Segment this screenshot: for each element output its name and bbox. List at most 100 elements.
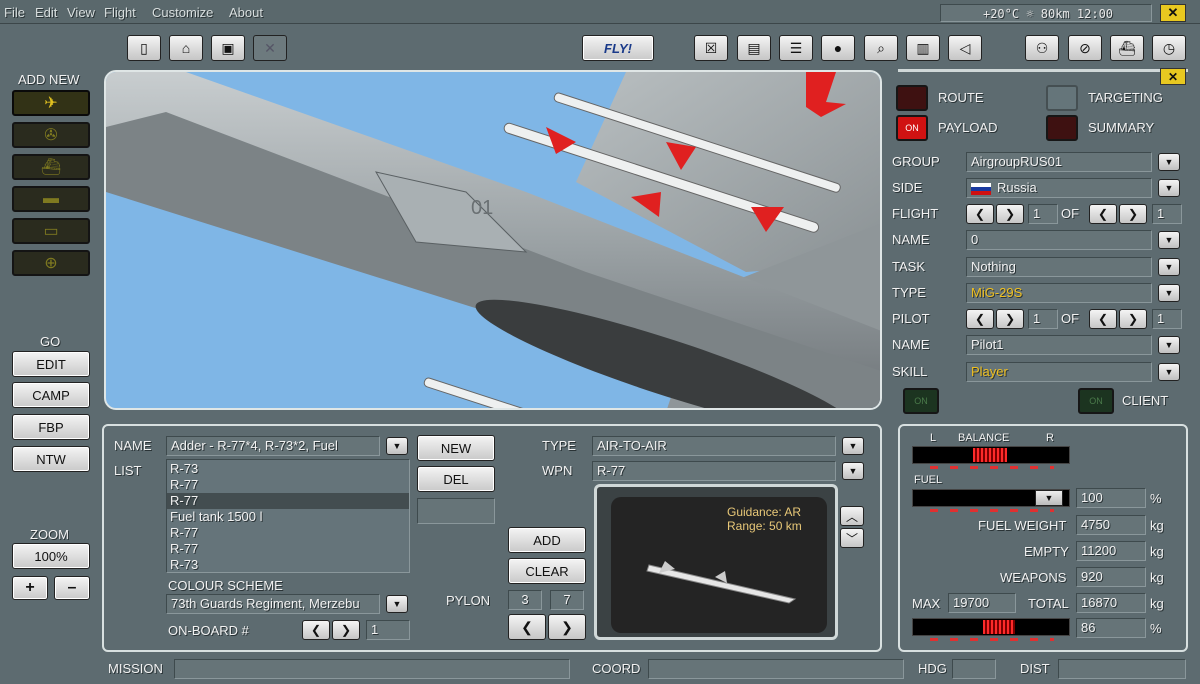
next-arrow-icon[interactable]: ❯ xyxy=(1119,204,1147,224)
menu-customize[interactable]: Customize xyxy=(152,5,213,20)
prev-arrow-icon[interactable]: ❮ xyxy=(966,309,994,329)
encyclopedia-icon[interactable]: ▥ xyxy=(906,35,940,61)
zoom-out-button[interactable]: – xyxy=(54,576,90,600)
add-plane-icon[interactable]: ✈ xyxy=(12,90,90,116)
side-field[interactable]: Russia xyxy=(966,178,1152,198)
targeting-toggle[interactable] xyxy=(1046,85,1078,111)
name-dropdown-icon[interactable]: ▼ xyxy=(1158,231,1180,249)
list-item[interactable]: R-73 xyxy=(167,557,409,572)
wpn-field[interactable]: R-77 xyxy=(592,461,836,481)
loadout-dropdown-icon[interactable]: ▼ xyxy=(386,437,408,455)
colour-scheme-field[interactable]: 73th Guards Regiment, Merzebu xyxy=(166,594,380,614)
pylon-stepper[interactable]: ❮ ❯ xyxy=(508,614,586,640)
fuel-slider-handle[interactable]: ▼ xyxy=(1035,490,1063,506)
task-dropdown-icon[interactable]: ▼ xyxy=(1158,258,1180,276)
skill-dropdown-icon[interactable]: ▼ xyxy=(1158,363,1180,381)
prev-arrow-icon[interactable]: ❮ xyxy=(966,204,994,224)
type-field[interactable]: MiG-29S xyxy=(966,283,1152,303)
pilot-total[interactable]: 1 xyxy=(1152,309,1182,329)
summary-toggle[interactable] xyxy=(1046,115,1078,141)
list-item[interactable]: R-73 xyxy=(167,461,409,477)
binoculars-icon[interactable]: ⚇ xyxy=(1025,35,1059,61)
menu-file[interactable]: File xyxy=(4,5,25,20)
pilot-name-field[interactable]: Pilot1 xyxy=(966,335,1152,355)
add-button[interactable]: ADD xyxy=(508,527,586,553)
ntw-button[interactable]: NTW xyxy=(12,446,90,472)
prev-arrow-icon[interactable]: ❮ xyxy=(1089,309,1117,329)
scroll-up-icon[interactable]: ︿ xyxy=(840,506,864,526)
list-item-selected[interactable]: R-77 xyxy=(167,493,409,509)
skill-field[interactable]: Player xyxy=(966,362,1152,382)
zoom-value[interactable]: 100% xyxy=(12,543,90,569)
payload-toggle[interactable]: ON xyxy=(896,115,928,141)
camp-button[interactable]: CAMP xyxy=(12,382,90,408)
next-arrow-icon[interactable]: ❯ xyxy=(996,204,1024,224)
route-toggle[interactable] xyxy=(896,85,928,111)
onboard-number[interactable]: 1 xyxy=(366,620,410,640)
magnifier-icon[interactable]: ⌕ xyxy=(864,35,898,61)
save-icon[interactable]: ▣ xyxy=(211,35,245,61)
menu-view[interactable]: View xyxy=(67,5,95,20)
edit-button[interactable]: EDIT xyxy=(12,351,90,377)
document-icon[interactable]: ▤ xyxy=(737,35,771,61)
next-arrow-icon[interactable]: ❯ xyxy=(332,620,360,640)
name-field[interactable]: 0 xyxy=(966,230,1152,250)
open-folder-icon[interactable]: ⌂ xyxy=(169,35,203,61)
menu-edit[interactable]: Edit xyxy=(35,5,57,20)
clear-button[interactable]: CLEAR xyxy=(508,558,586,584)
group-field[interactable]: AirgroupRUS01 xyxy=(966,152,1152,172)
prev-arrow-icon[interactable]: ❮ xyxy=(302,620,330,640)
weapons-list[interactable]: R-73 R-77 R-77 Fuel tank 1500 l R-77 R-7… xyxy=(166,459,410,573)
fuel-slider[interactable]: ▼ xyxy=(912,489,1070,507)
flight-total-stepper[interactable]: ❮ ❯ xyxy=(1089,204,1147,224)
task-field[interactable]: Nothing xyxy=(966,257,1152,277)
forbidden-icon[interactable]: ⊘ xyxy=(1068,35,1102,61)
del-button[interactable]: DEL xyxy=(417,466,495,492)
new-file-icon[interactable]: ▯ xyxy=(127,35,161,61)
add-tank-icon[interactable]: ▬ xyxy=(12,186,90,212)
fbp-button[interactable]: FBP xyxy=(12,414,90,440)
close-icon[interactable]: ✕ xyxy=(1160,4,1186,22)
pilot-total-stepper[interactable]: ❮ ❯ xyxy=(1089,309,1147,329)
panel-close-icon[interactable]: ✕ xyxy=(1160,68,1186,85)
pilot-stepper[interactable]: ❮ ❯ xyxy=(966,309,1024,329)
type-dropdown-icon[interactable]: ▼ xyxy=(1158,284,1180,302)
zoom-in-button[interactable]: + xyxy=(12,576,48,600)
prev-arrow-icon[interactable]: ❮ xyxy=(1089,204,1117,224)
onboard-stepper[interactable]: ❮ ❯ xyxy=(302,620,360,640)
pilot-number[interactable]: 1 xyxy=(1028,309,1058,329)
new-button[interactable]: NEW xyxy=(417,435,495,461)
menu-flight[interactable]: Flight xyxy=(104,5,136,20)
weapon-type-field[interactable]: AIR-TO-AIR xyxy=(592,436,836,456)
list-icon[interactable]: ☰ xyxy=(779,35,813,61)
next-arrow-icon[interactable]: ❯ xyxy=(996,309,1024,329)
wpn-dropdown-icon[interactable]: ▼ xyxy=(842,462,864,480)
player-toggle[interactable]: ON xyxy=(903,388,939,414)
add-target-icon[interactable]: ⊕ xyxy=(12,250,90,276)
next-arrow-icon[interactable]: ❯ xyxy=(1119,309,1147,329)
flight-total[interactable]: 1 xyxy=(1152,204,1182,224)
list-item[interactable]: R-77 xyxy=(167,477,409,493)
scroll-down-icon[interactable]: ﹀ xyxy=(840,528,864,548)
aircraft-preview[interactable]: 01 xyxy=(104,70,882,410)
sound-icon[interactable]: ◁ xyxy=(948,35,982,61)
list-item[interactable]: Fuel tank 1500 l xyxy=(167,509,409,525)
fuel-percent-field[interactable]: 100 xyxy=(1076,488,1146,508)
add-ship-icon[interactable]: ⛴ xyxy=(12,154,90,180)
menu-about[interactable]: About xyxy=(229,5,263,20)
pilot-name-dropdown-icon[interactable]: ▼ xyxy=(1158,336,1180,354)
weapon-type-dropdown-icon[interactable]: ▼ xyxy=(842,437,864,455)
fly-button[interactable]: FLY! xyxy=(582,35,654,61)
group-dropdown-icon[interactable]: ▼ xyxy=(1158,153,1180,171)
flight-stepper[interactable]: ❮ ❯ xyxy=(966,204,1024,224)
flight-number[interactable]: 1 xyxy=(1028,204,1058,224)
add-helicopter-icon[interactable]: ✇ xyxy=(12,122,90,148)
side-dropdown-icon[interactable]: ▼ xyxy=(1158,179,1180,197)
client-toggle[interactable]: ON xyxy=(1078,388,1114,414)
add-vehicle-icon[interactable]: ▭ xyxy=(12,218,90,244)
map-icon[interactable]: ● xyxy=(821,35,855,61)
colour-dropdown-icon[interactable]: ▼ xyxy=(386,595,408,613)
briefing-icon[interactable]: ☒ xyxy=(694,35,728,61)
clock-icon[interactable]: ◷ xyxy=(1152,35,1186,61)
prev-arrow-icon[interactable]: ❮ xyxy=(508,614,546,640)
